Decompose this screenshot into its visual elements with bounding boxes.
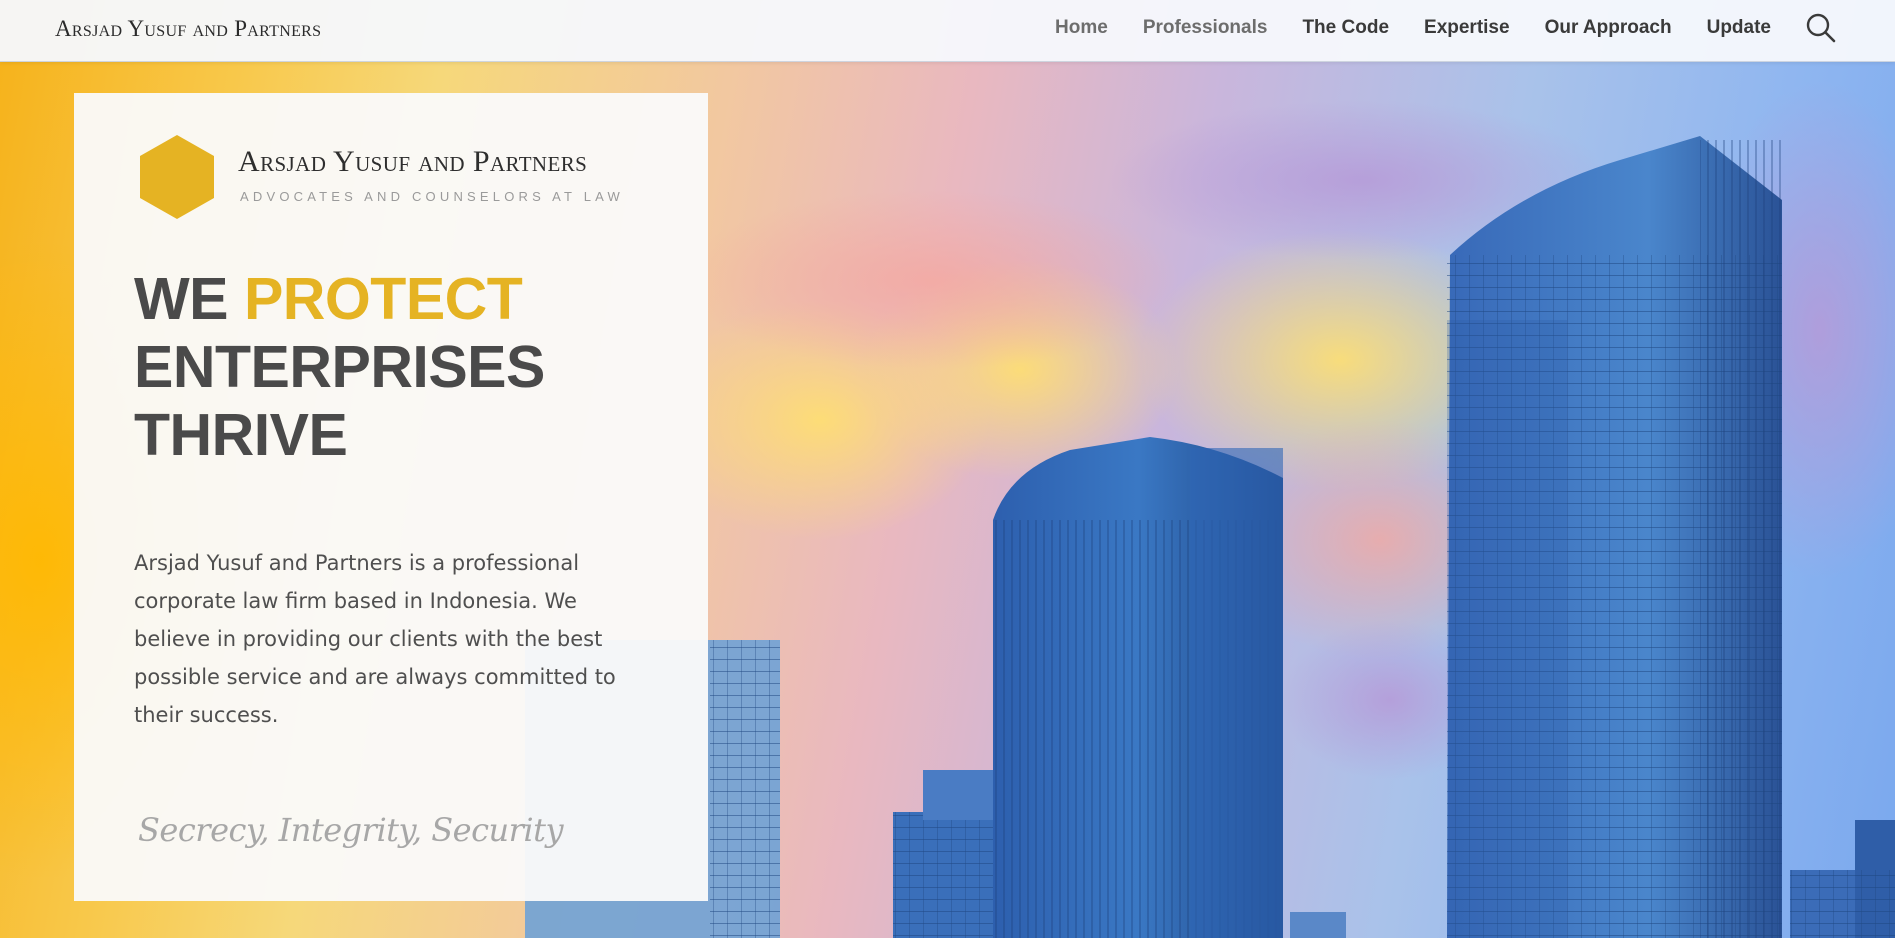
nav-item-our-approach[interactable]: Our Approach: [1545, 17, 1672, 39]
nav-item-home[interactable]: Home: [1055, 17, 1108, 39]
search-button[interactable]: [1805, 12, 1837, 44]
hero-card: Arsjad Yusuf and Partners ADVOCATES AND …: [74, 93, 708, 901]
firm-motto: Secrecy, Integrity, Security: [138, 811, 564, 849]
nav-item-expertise[interactable]: Expertise: [1424, 17, 1510, 39]
headline-we: WE: [134, 266, 244, 332]
headline-line-3: THRIVE: [134, 402, 348, 468]
logo-tagline: ADVOCATES AND COUNSELORS AT LAW: [240, 189, 624, 204]
top-navigation-bar: Arsjad Yusuf and Partners Home Professio…: [0, 0, 1895, 62]
hero-description: Arsjad Yusuf and Partners is a professio…: [134, 551, 616, 727]
hexagon-icon: [140, 135, 214, 219]
search-icon: [1806, 13, 1836, 43]
nav-item-the-code[interactable]: The Code: [1302, 17, 1389, 39]
main-nav: Home Professionals The Code Expertise Ou…: [1055, 17, 1771, 39]
headline-line-2: ENTERPRISES: [134, 334, 545, 400]
nav-item-update[interactable]: Update: [1707, 17, 1771, 39]
headline-protect: PROTECT: [243, 266, 523, 332]
nav-item-professionals[interactable]: Professionals: [1143, 17, 1268, 39]
hero-headline: WE PROTECT ENTERPRISES THRIVE: [134, 265, 545, 469]
headline-line-1: WE PROTECT: [134, 265, 545, 333]
site-brand[interactable]: Arsjad Yusuf and Partners: [55, 16, 321, 42]
logo-firm-name: Arsjad Yusuf and Partners: [238, 145, 588, 178]
